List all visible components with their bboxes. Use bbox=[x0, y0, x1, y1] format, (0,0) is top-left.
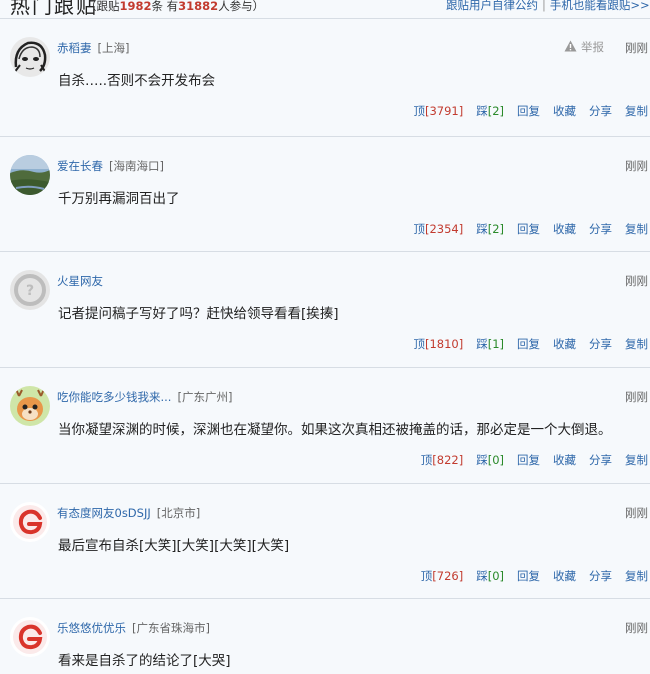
downvote-count: [0] bbox=[487, 453, 504, 467]
downvote-button[interactable]: 踩[2] bbox=[476, 222, 504, 236]
default-user-icon: ? bbox=[10, 270, 50, 310]
hot-comments-header: 热门跟贴 （跟贴1982条 有31882人参与） 跟贴用户自律公约 | 手机也能看跟… bbox=[0, 0, 650, 18]
post-count: 1982 bbox=[119, 0, 152, 13]
upvote-count: [822] bbox=[432, 453, 464, 467]
copy-button[interactable]: 复制 bbox=[625, 569, 648, 583]
post-time: 刚刚 bbox=[625, 621, 648, 635]
copy-button[interactable]: 复制 bbox=[625, 337, 648, 351]
upvote-count: [1810] bbox=[424, 337, 464, 351]
cartoon-deer-icon bbox=[10, 386, 50, 426]
username[interactable]: 乐悠悠优优乐 bbox=[57, 621, 126, 635]
downvote-button[interactable]: 踩[0] bbox=[476, 569, 504, 583]
comment-text: 千万别再漏洞百出了 bbox=[58, 191, 180, 207]
user-location: [上海] bbox=[97, 41, 130, 55]
comment-actions: 顶[2354] 踩[2] 回复 收藏 分享 复制 bbox=[400, 221, 648, 237]
comment-actions: 顶[822] 踩[0] 回复 收藏 分享 复制 bbox=[408, 452, 648, 468]
comment-item: 爱在长春 [海南海口] 刚刚千万别再漏洞百出了顶[2354] 踩[2] 回复 收藏 分享 复制 bbox=[0, 136, 650, 252]
avatar[interactable] bbox=[10, 502, 50, 542]
downvote-button[interactable]: 踩[0] bbox=[476, 453, 504, 467]
mobile-link[interactable]: 手机也能看跟贴>> bbox=[550, 0, 650, 12]
username[interactable]: 吃你能吃多少钱我来... bbox=[57, 390, 171, 404]
share-button[interactable]: 分享 bbox=[589, 569, 612, 583]
upvote-button[interactable]: 顶[822] bbox=[421, 453, 463, 467]
sketch-face-icon bbox=[10, 37, 50, 77]
warning-icon bbox=[564, 40, 581, 54]
collect-button[interactable]: 收藏 bbox=[553, 453, 576, 467]
avatar[interactable] bbox=[10, 37, 50, 77]
user-location: [海南海口] bbox=[109, 159, 164, 173]
downvote-count: [0] bbox=[487, 569, 504, 583]
reply-button[interactable]: 回复 bbox=[517, 569, 540, 583]
rules-link[interactable]: 跟贴用户自律公约 bbox=[446, 0, 538, 12]
comment-stats: （跟贴1982条 有31882人参与） bbox=[85, 0, 265, 13]
copy-button[interactable]: 复制 bbox=[625, 453, 648, 467]
avatar[interactable] bbox=[10, 386, 50, 426]
reply-button[interactable]: 回复 bbox=[517, 337, 540, 351]
reply-button[interactable]: 回复 bbox=[517, 453, 540, 467]
netease-logo-icon bbox=[10, 617, 50, 657]
comment-text: 最后宣布自杀[大笑][大笑][大笑][大笑] bbox=[58, 538, 290, 554]
comment-item: 赤稻妻 [上海] 举报 刚刚自杀…..否则不会开发布会顶[3791] 踩[2] 回复 收藏分… bbox=[0, 18, 650, 137]
collect-button[interactable]: 收藏 bbox=[553, 569, 576, 583]
user-location: [广东省珠海市] bbox=[132, 621, 210, 635]
header-links: 跟贴用户自律公约 | 手机也能看跟贴>> bbox=[446, 0, 650, 12]
reply-button[interactable]: 回复 bbox=[517, 222, 540, 236]
post-time: 刚刚 bbox=[625, 506, 648, 520]
reply-button[interactable]: 回复 bbox=[517, 104, 540, 118]
username[interactable]: 爱在长春 bbox=[57, 159, 103, 173]
avatar[interactable] bbox=[10, 617, 50, 657]
upvote-count: [726] bbox=[432, 569, 464, 583]
post-time: 刚刚 bbox=[625, 41, 648, 55]
collect-button[interactable]: 收藏 bbox=[553, 104, 576, 118]
share-button[interactable]: 分享 bbox=[589, 453, 612, 467]
comment-actions: 顶[726] 踩[0] 回复 收藏 分享 复制 bbox=[408, 568, 648, 584]
comment-item: 乐悠悠优优乐 [广东省珠海市] 刚刚看来是自杀了的结论了[大哭] bbox=[0, 598, 650, 674]
username[interactable]: 火星网友 bbox=[57, 274, 103, 288]
comment-item: 有态度网友0sDSJJ [北京市] 刚刚最后宣布自杀[大笑][大笑][大笑][大笑]… bbox=[0, 483, 650, 599]
comment-text: 看来是自杀了的结论了[大哭] bbox=[58, 653, 231, 669]
comment-item: 吃你能吃多少钱我来... [广东广州] 刚刚当你凝望深渊的时候，深渊也在凝望你。如果… bbox=[0, 367, 650, 484]
landscape-photo-icon bbox=[10, 155, 50, 195]
upvote-button[interactable]: 顶[3791] bbox=[413, 104, 463, 118]
user-location: [广东广州] bbox=[177, 390, 233, 404]
downvote-count: [2] bbox=[487, 222, 504, 236]
avatar[interactable] bbox=[10, 155, 50, 195]
upvote-button[interactable]: 顶[726] bbox=[421, 569, 463, 583]
comment-actions: 顶[3791] 踩[2] 回复 收藏 分享 复制 bbox=[400, 103, 648, 119]
comment-actions: 顶[1810] 踩[1] 回复 收藏 分享 复制 bbox=[400, 336, 648, 352]
report-button[interactable]: 举报 bbox=[564, 39, 604, 55]
user-location: [北京市] bbox=[156, 506, 201, 520]
post-time: 刚刚 bbox=[625, 159, 648, 173]
username[interactable]: 有态度网友0sDSJJ bbox=[57, 506, 151, 520]
copy-button[interactable]: 复制 bbox=[625, 222, 648, 236]
share-button[interactable]: 分享 bbox=[589, 104, 612, 118]
downvote-count: [1] bbox=[487, 337, 504, 351]
downvote-button[interactable]: 踩[2] bbox=[476, 104, 504, 118]
comment-text: 当你凝望深渊的时候，深渊也在凝望你。如果这次真相还被掩盖的话，那必定是一个大倒退… bbox=[58, 422, 612, 438]
post-time: 刚刚 bbox=[625, 390, 648, 404]
svg-text:?: ? bbox=[26, 283, 34, 299]
participant-count: 31882 bbox=[178, 0, 219, 13]
username[interactable]: 赤稻妻 bbox=[57, 41, 92, 55]
upvote-button[interactable]: 顶[1810] bbox=[413, 337, 463, 351]
netease-logo-icon bbox=[10, 502, 50, 542]
share-button[interactable]: 分享 bbox=[589, 222, 612, 236]
upvote-count: [3791] bbox=[424, 104, 464, 118]
comment-text: 记者提问稿子写好了吗？赶快给领导看看[挨揍] bbox=[58, 306, 339, 322]
downvote-count: [2] bbox=[487, 104, 504, 118]
comment-text: 自杀…..否则不会开发布会 bbox=[58, 73, 216, 89]
upvote-button[interactable]: 顶[2354] bbox=[413, 222, 463, 236]
post-time: 刚刚 bbox=[625, 274, 648, 288]
upvote-count: [2354] bbox=[424, 222, 464, 236]
collect-button[interactable]: 收藏 bbox=[553, 337, 576, 351]
copy-button[interactable]: 复制 bbox=[625, 104, 648, 118]
share-button[interactable]: 分享 bbox=[589, 337, 612, 351]
avatar[interactable]: ? bbox=[10, 270, 50, 310]
collect-button[interactable]: 收藏 bbox=[553, 222, 576, 236]
downvote-button[interactable]: 踩[1] bbox=[476, 337, 504, 351]
comment-item: ? 火星网友 刚刚记者提问稿子写好了吗？赶快给领导看看[挨揍] 顶[1810] 踩[1]… bbox=[0, 251, 650, 368]
